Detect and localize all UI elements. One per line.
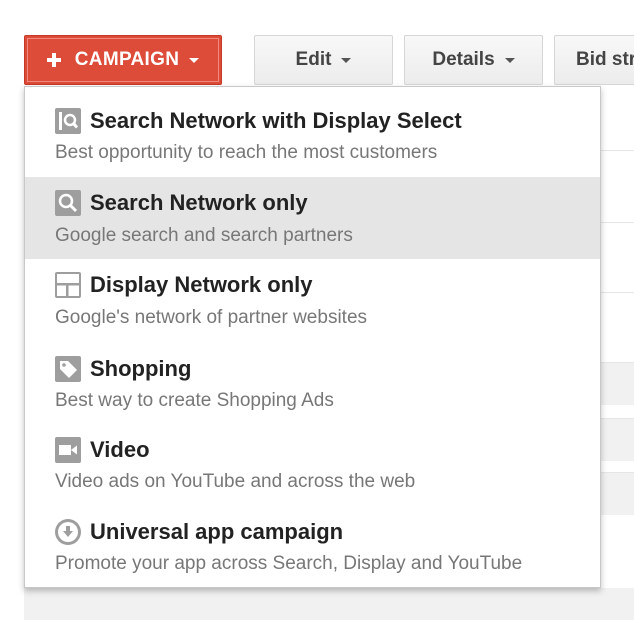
menu-item-title: Search Network with Display Select — [90, 108, 462, 133]
menu-item-search-display-select[interactable]: Search Network with Display Select Best … — [25, 87, 600, 169]
search-icon — [55, 190, 81, 216]
table-row — [600, 472, 634, 515]
display-icon — [55, 272, 81, 298]
background-footer — [24, 588, 634, 620]
tag-icon — [55, 356, 81, 382]
plus-icon — [46, 53, 61, 67]
menu-item-description: Best way to create Shopping Ads — [55, 390, 334, 411]
chevron-down-icon — [189, 57, 200, 63]
details-button[interactable]: Details — [404, 35, 543, 85]
video-camera-icon — [55, 437, 81, 463]
menu-item-title: Search Network only — [90, 190, 308, 215]
menu-item-description: Promote your app across Search, Display … — [55, 553, 523, 574]
edit-button[interactable]: Edit — [254, 35, 393, 85]
details-button-label: Details — [432, 49, 495, 70]
background-table — [600, 100, 634, 620]
table-row — [600, 362, 634, 405]
menu-item-title: Shopping — [90, 356, 192, 381]
chevron-down-icon — [341, 57, 352, 63]
menu-item-description: Google search and search partners — [55, 225, 353, 246]
table-row — [600, 292, 634, 293]
toolbar: CAMPAIGN Edit Details Bid str — [0, 0, 634, 100]
table-row — [600, 418, 634, 461]
menu-item-universal-app-campaign[interactable]: Universal app campaign Promote your app … — [25, 505, 600, 587]
menu-item-video[interactable]: Video Video ads on YouTube and across th… — [25, 423, 600, 505]
menu-item-title: Display Network only — [90, 272, 313, 297]
add-campaign-button[interactable]: CAMPAIGN — [24, 35, 222, 85]
bid-strategy-button[interactable]: Bid str — [554, 35, 634, 85]
search-display-icon — [55, 108, 81, 134]
edit-button-label: Edit — [295, 49, 332, 70]
table-row — [600, 222, 634, 223]
menu-item-description: Video ads on YouTube and across the web — [55, 471, 416, 492]
menu-item-title: Video — [90, 437, 150, 462]
table-row — [600, 150, 634, 151]
campaign-type-menu: Search Network with Display Select Best … — [24, 86, 601, 588]
menu-item-display-network-only[interactable]: Display Network only Google's network of… — [25, 259, 600, 341]
chevron-down-icon — [504, 57, 515, 63]
menu-item-description: Google's network of partner websites — [55, 307, 368, 328]
menu-item-title: Universal app campaign — [90, 519, 344, 544]
campaign-button-label: CAMPAIGN — [74, 49, 180, 70]
menu-item-description: Best opportunity to reach the most custo… — [55, 142, 438, 163]
download-icon — [55, 519, 81, 545]
menu-item-shopping[interactable]: Shopping Best way to create Shopping Ads — [25, 341, 600, 423]
menu-item-search-network-only[interactable]: Search Network only Google search and se… — [25, 177, 600, 259]
bid-button-label: Bid str — [576, 49, 634, 70]
